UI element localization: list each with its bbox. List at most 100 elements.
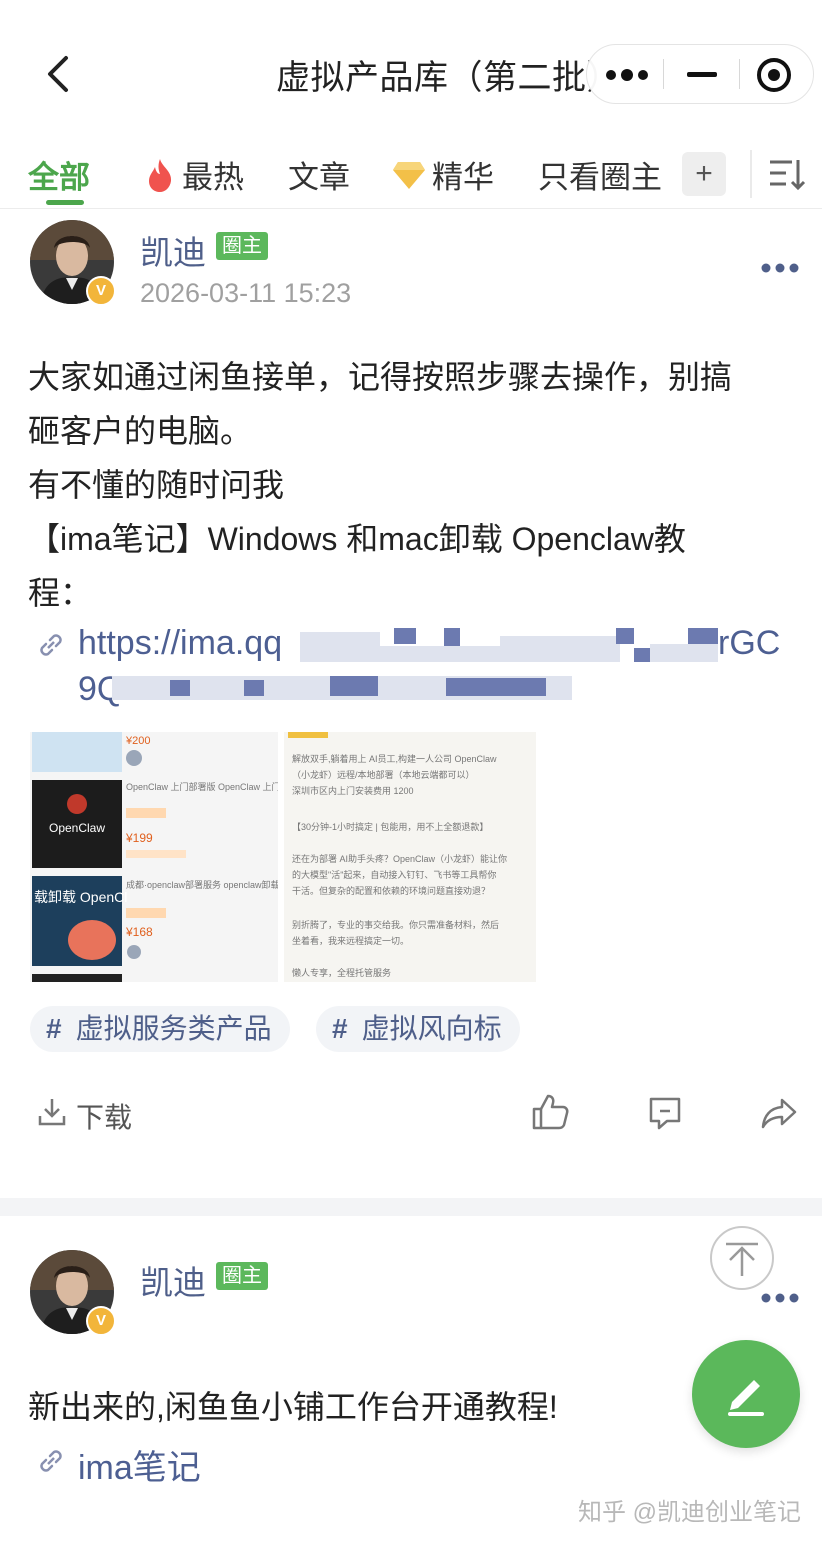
- post-line: 砸客户的电脑。: [28, 413, 253, 449]
- download-button[interactable]: 下载: [34, 1092, 144, 1136]
- post-line: 【ima笔记】Windows 和mac卸载 Openclaw教: [28, 521, 686, 557]
- tab-label: 精华: [432, 160, 494, 195]
- post-link[interactable]: ima笔记: [78, 1440, 201, 1489]
- item-title: OpenClaw 上门部署版 OpenClaw 上门部署版: [126, 781, 278, 792]
- diamond-icon: [393, 161, 425, 189]
- desc-line: 干活。但复杂的配置和依赖的环境问题直接劝退？: [292, 885, 490, 896]
- desc-line: 的大模型"活"起来，自动接入钉钉、飞书等工具帮你: [292, 869, 496, 880]
- tab-divider: [750, 150, 752, 198]
- mini-program-capsule: [586, 44, 814, 104]
- close-button[interactable]: [739, 45, 813, 103]
- desc-line: 【30分钟-1小时搞定 | 包能用，用不上全额退款】: [292, 821, 488, 832]
- tab-label: 最热: [182, 160, 244, 195]
- post-line: 有不懂的随时问我: [28, 467, 285, 503]
- blur-mask: [500, 636, 620, 662]
- top-nav-bar: 虚拟产品库（第二批）: [0, 0, 822, 140]
- back-to-top-button[interactable]: [710, 1226, 774, 1290]
- sort-icon[interactable]: [766, 154, 806, 194]
- share-icon[interactable]: [760, 1094, 798, 1132]
- blur-mask: [330, 676, 378, 696]
- link-icon: [40, 634, 62, 656]
- brand-label: OpenClaw: [49, 821, 105, 835]
- author-name[interactable]: 凯迪: [140, 226, 206, 274]
- blur-mask: [688, 628, 718, 644]
- hashtag-icon: #: [332, 1013, 348, 1044]
- description-screenshot: 解放双手,躺着用上 AI员工,构建一人公司 OpenClaw （小龙虾）远程/本…: [284, 732, 536, 982]
- minimize-button[interactable]: [665, 45, 739, 103]
- blur-mask: [244, 680, 264, 696]
- tag-label: 虚拟服务类产品: [75, 1013, 272, 1044]
- blur-mask: [170, 680, 190, 696]
- post-line: 程：: [28, 575, 93, 611]
- owner-badge: 圈主: [216, 232, 268, 260]
- more-options-icon[interactable]: [760, 1292, 800, 1304]
- fire-icon: [149, 158, 172, 192]
- item-price: ¥168: [125, 925, 153, 939]
- compose-button[interactable]: [692, 1340, 800, 1448]
- blur-mask: [616, 628, 634, 644]
- link-text-tail: rGC: [718, 624, 781, 662]
- desc-line: 还在为部署 AI助手头疼？OpenClaw（小龙虾）能让你: [292, 853, 507, 864]
- blur-mask: [650, 644, 718, 662]
- arrow-up-icon: [726, 1242, 758, 1276]
- item-title: 成都·openclaw部署服务 openclaw卸载服务，安全高效: [126, 879, 278, 890]
- author-name[interactable]: 凯迪: [140, 1256, 206, 1304]
- owner-badge: 圈主: [216, 1262, 268, 1290]
- post-time: 2026-03-11 15:23: [140, 278, 352, 308]
- verified-badge-icon: V: [86, 276, 116, 306]
- tag-label: 虚拟风向标: [361, 1013, 502, 1044]
- topic-tag[interactable]: # 虚拟服务类产品: [30, 1006, 290, 1052]
- tab-label: 全部: [28, 160, 90, 195]
- tab-label: 只看圈主: [538, 160, 662, 195]
- desc-line: （小龙虾）远程/本地部署（本地云端都可以）: [292, 769, 475, 780]
- verified-badge-icon: V: [86, 1306, 116, 1336]
- listing-screenshot: ¥200 OpenClaw OpenClaw 上门部署版 OpenClaw 上门…: [30, 732, 278, 982]
- pencil-icon: [728, 1380, 764, 1416]
- post-body: 大家如通过闲鱼接单，记得按照步骤去操作，别搞 砸客户的电脑。 有不懂的随时问我 …: [28, 350, 798, 620]
- tab-owner-only[interactable]: 只看圈主: [538, 152, 662, 197]
- more-dots-icon: [606, 69, 648, 81]
- blur-mask: [446, 678, 546, 696]
- desc-line: 别折腾了，专业的事交给我。你只需准备材料，然后: [292, 919, 499, 930]
- blur-mask: [380, 646, 500, 662]
- link-icon: [40, 1450, 62, 1472]
- download-label: 下载: [76, 1102, 133, 1133]
- filter-tabs: 全部 最热 文章 精华 只看圈主 +: [0, 140, 822, 209]
- desc-line: 懒人专享，全程托管服务: [292, 967, 391, 978]
- desc-line: 坐着看，我来远程搞定一切。: [292, 935, 409, 946]
- tab-articles[interactable]: 文章: [288, 152, 350, 197]
- blur-mask: [634, 648, 650, 662]
- capsule-divider: [663, 59, 664, 89]
- like-icon[interactable]: [530, 1092, 570, 1132]
- active-tab-indicator: [46, 200, 84, 205]
- blur-mask: [300, 632, 380, 662]
- page-title: 虚拟产品库（第二批）: [276, 59, 621, 97]
- chevron-left-icon[interactable]: [38, 52, 82, 96]
- minimize-icon: [687, 72, 717, 77]
- more-button[interactable]: [589, 45, 663, 103]
- blur-mask: [394, 628, 416, 644]
- price-top: ¥200: [125, 735, 150, 747]
- post-image-listing[interactable]: ¥200 OpenClaw OpenClaw 上门部署版 OpenClaw 上门…: [30, 732, 278, 982]
- more-options-icon[interactable]: [760, 262, 800, 274]
- banner-text: 载卸载 OpenCl: [34, 889, 127, 905]
- tab-label: 文章: [288, 160, 350, 195]
- blur-mask: [444, 628, 460, 646]
- post-line: 大家如通过闲鱼接单，记得按照步骤去操作，别搞: [28, 359, 733, 395]
- post-separator: [0, 1198, 822, 1216]
- link-text: https://ima.qq: [78, 624, 283, 662]
- download-icon: [38, 1099, 66, 1126]
- watermark: 知乎 @凯迪创业笔记: [578, 1499, 802, 1526]
- close-target-icon: [757, 58, 791, 92]
- post-image-description[interactable]: 解放双手,躺着用上 AI员工,构建一人公司 OpenClaw （小龙虾）远程/本…: [284, 732, 536, 982]
- add-tab-button[interactable]: +: [682, 152, 726, 196]
- desc-line: 解放双手,躺着用上 AI员工,构建一人公司 OpenClaw: [292, 753, 497, 764]
- hashtag-icon: #: [46, 1013, 62, 1044]
- tab-featured[interactable]: 精华: [392, 152, 494, 197]
- comment-icon[interactable]: [646, 1094, 684, 1132]
- post-body: 新出来的,闲鱼鱼小铺工作台开通教程!: [28, 1389, 558, 1425]
- topic-tag[interactable]: # 虚拟风向标: [316, 1006, 520, 1052]
- item-price: ¥199: [125, 831, 153, 845]
- tab-all[interactable]: 全部: [28, 152, 90, 197]
- tab-hottest[interactable]: 最热: [144, 152, 244, 197]
